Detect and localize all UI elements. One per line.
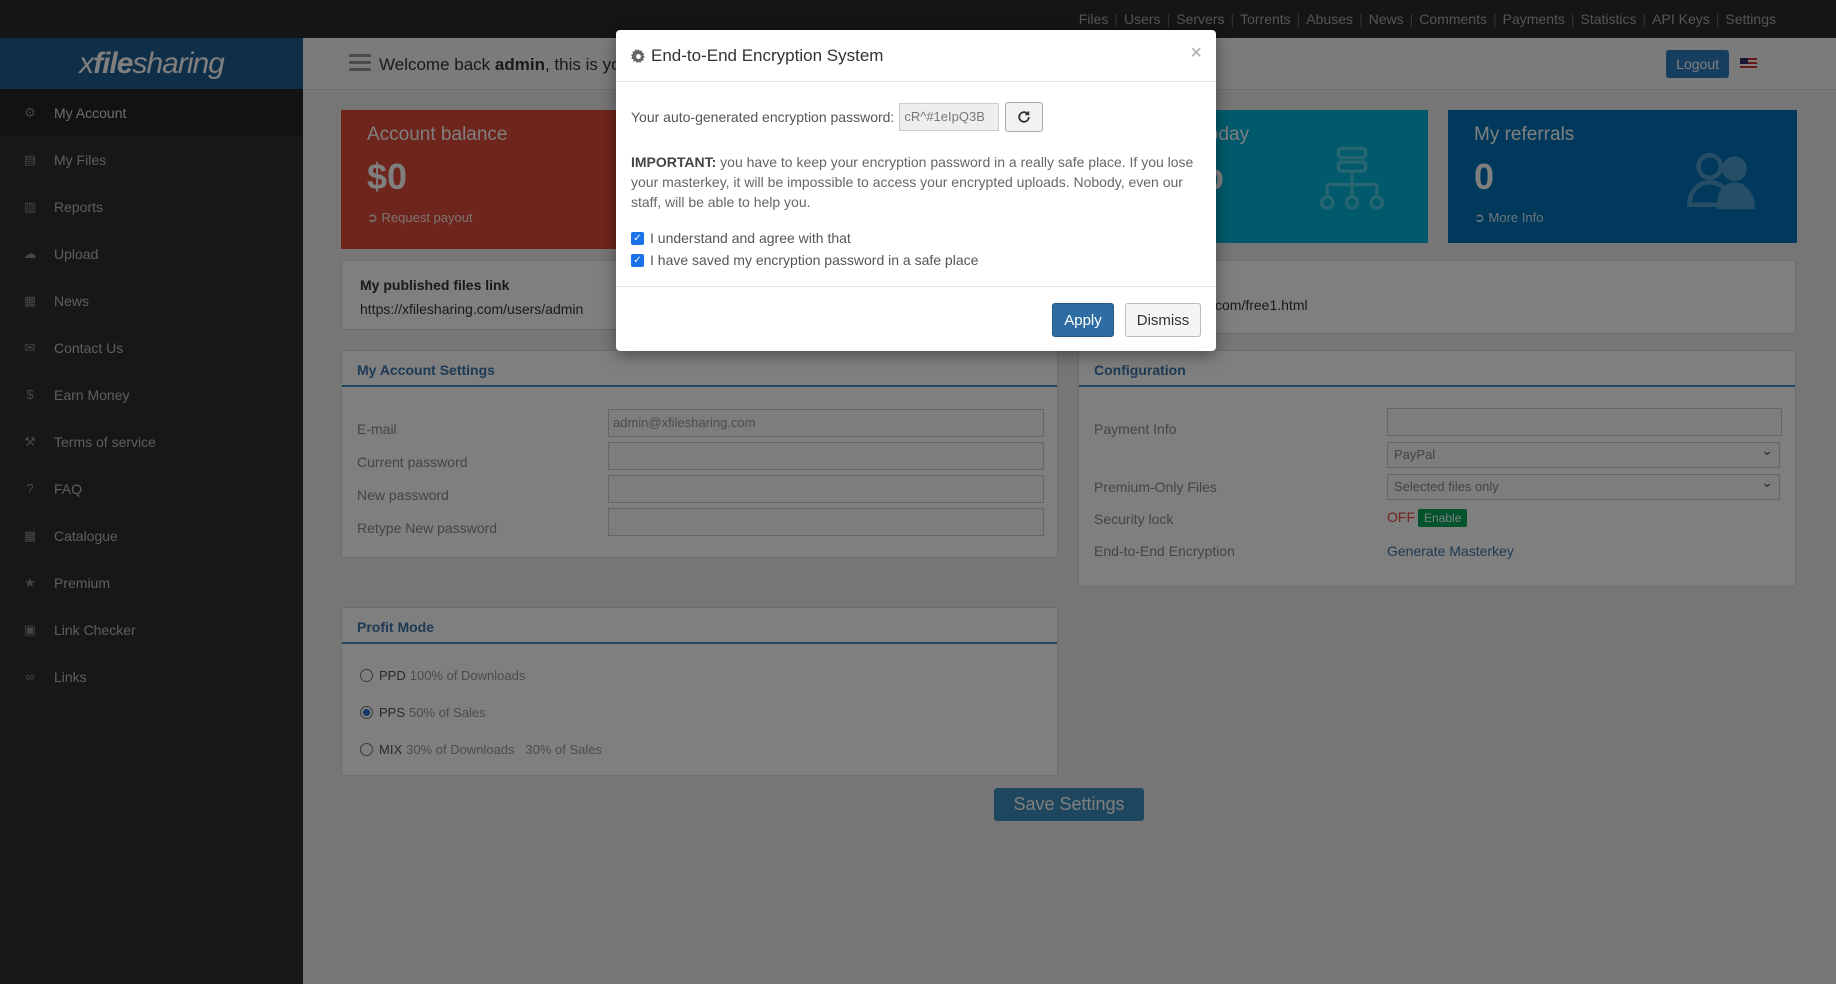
agree-checkbox-row[interactable]: ✓ I understand and agree with that — [631, 230, 1201, 246]
saved-checkbox[interactable]: ✓ — [631, 253, 644, 267]
gear-icon — [631, 48, 646, 63]
password-label: Your auto-generated encryption password: — [631, 109, 895, 125]
dismiss-button[interactable]: Dismiss — [1125, 303, 1201, 337]
saved-label: I have saved my encryption password in a… — [650, 252, 979, 268]
agree-checkbox[interactable]: ✓ — [631, 231, 644, 245]
regenerate-password-button[interactable] — [1005, 102, 1044, 132]
encryption-modal: End-to-End Encryption System × Your auto… — [616, 30, 1216, 351]
agree-label: I understand and agree with that — [650, 230, 851, 246]
saved-checkbox-row[interactable]: ✓ I have saved my encryption password in… — [631, 252, 1201, 268]
encryption-password-field[interactable]: cR^#1eIpQ3B — [899, 103, 1000, 131]
close-icon[interactable]: × — [1190, 42, 1202, 65]
important-notice: IMPORTANT: you have to keep your encrypt… — [631, 154, 1194, 210]
refresh-icon — [1018, 111, 1031, 123]
apply-button[interactable]: Apply — [1052, 303, 1114, 337]
modal-title: End-to-End Encryption System — [631, 46, 1201, 66]
